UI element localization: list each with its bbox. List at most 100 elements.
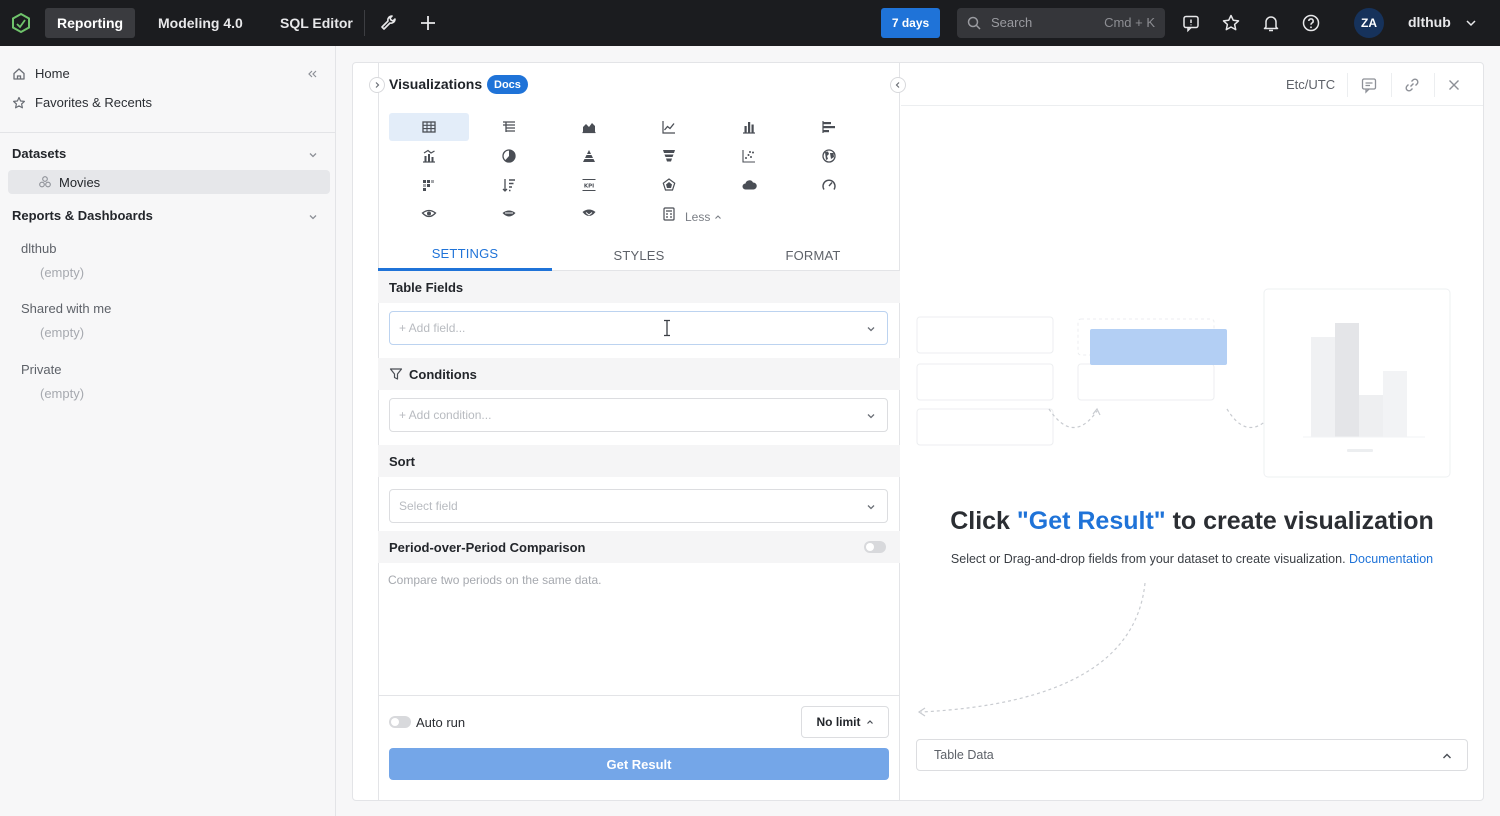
select-placeholder: + Add condition... bbox=[399, 408, 492, 422]
search-placeholder: Search bbox=[991, 15, 1033, 30]
empty-label: (empty) bbox=[40, 325, 85, 340]
username[interactable]: dlthub bbox=[1408, 14, 1451, 30]
datasets-section-title[interactable]: Datasets bbox=[12, 146, 66, 161]
less-toggle-button[interactable]: Less bbox=[685, 210, 722, 224]
sidebar-divider bbox=[0, 132, 336, 133]
result-header-divider bbox=[901, 105, 1483, 106]
viz-retention-1-icon[interactable] bbox=[389, 200, 469, 228]
timezone-label[interactable]: Etc/UTC bbox=[1286, 77, 1335, 92]
viz-table-icon[interactable] bbox=[389, 113, 469, 141]
chevron-down-icon[interactable] bbox=[1465, 17, 1477, 29]
text-cursor-icon bbox=[664, 319, 670, 337]
date-range-button[interactable]: 7 days bbox=[881, 8, 940, 38]
sort-field-select[interactable]: Select field bbox=[389, 489, 888, 523]
chevron-down-icon[interactable] bbox=[307, 211, 319, 223]
viz-kpi-icon[interactable]: KPI bbox=[549, 171, 629, 199]
sidebar-item-label: Favorites & Recents bbox=[35, 95, 153, 110]
add-field-select[interactable]: + Add field... bbox=[389, 311, 888, 345]
section-title: Period-over-Period Comparison bbox=[389, 539, 586, 555]
sidebar-group-private[interactable]: Private bbox=[21, 362, 61, 377]
auto-run-toggle[interactable] bbox=[389, 716, 411, 728]
search-icon bbox=[967, 16, 981, 30]
expand-panel-button[interactable] bbox=[369, 77, 385, 93]
tab-settings[interactable]: SETTINGS bbox=[378, 239, 552, 271]
sort-header: Sort bbox=[378, 445, 900, 477]
auto-run-label: Auto run bbox=[416, 715, 466, 730]
add-condition-select[interactable]: + Add condition... bbox=[389, 398, 888, 432]
pop-hint: Compare two periods on the same data. bbox=[388, 573, 602, 587]
viz-combo-icon[interactable] bbox=[389, 142, 469, 170]
docs-badge[interactable]: Docs bbox=[487, 75, 528, 94]
feedback-icon[interactable] bbox=[1181, 13, 1201, 33]
chevron-up-icon bbox=[715, 215, 722, 219]
viz-horizontal-bar-icon[interactable] bbox=[789, 113, 869, 141]
chevron-right-icon bbox=[375, 82, 380, 88]
select-placeholder: Select field bbox=[399, 499, 458, 513]
viz-pivot-icon[interactable] bbox=[469, 113, 549, 141]
pop-header: Period-over-Period Comparison bbox=[378, 531, 900, 563]
close-icon[interactable] bbox=[1445, 76, 1463, 94]
empty-state-title: Click "Get Result" to create visualizati… bbox=[901, 507, 1483, 536]
viz-retention-2-icon[interactable] bbox=[469, 200, 549, 228]
topbar-divider bbox=[364, 10, 365, 36]
collapse-sidebar-icon[interactable] bbox=[306, 68, 318, 80]
viz-funnel-icon[interactable] bbox=[629, 142, 709, 170]
section-title: Sort bbox=[389, 453, 415, 469]
viz-map-icon[interactable] bbox=[789, 142, 869, 170]
chevron-down-icon[interactable] bbox=[307, 149, 319, 161]
cta-suffix: to create visualization bbox=[1165, 507, 1434, 535]
viz-pyramid-icon[interactable] bbox=[549, 142, 629, 170]
chevron-left-icon bbox=[895, 82, 900, 88]
comment-icon[interactable] bbox=[1360, 76, 1378, 94]
panel-title: Visualizations bbox=[389, 76, 483, 92]
viz-bar-icon[interactable] bbox=[709, 113, 789, 141]
bell-icon[interactable] bbox=[1261, 13, 1281, 33]
header-divider bbox=[1391, 73, 1392, 97]
viz-area-icon[interactable] bbox=[549, 113, 629, 141]
plus-icon[interactable] bbox=[418, 13, 438, 33]
link-icon[interactable] bbox=[1403, 76, 1421, 94]
wrench-icon[interactable] bbox=[379, 13, 399, 33]
search-input[interactable]: Search Cmd + K bbox=[957, 8, 1165, 38]
sidebar-group-shared[interactable]: Shared with me bbox=[21, 301, 111, 316]
chevron-down-icon bbox=[867, 414, 875, 419]
star-icon[interactable] bbox=[1221, 13, 1241, 33]
viz-word-cloud-icon[interactable] bbox=[709, 171, 789, 199]
logo-icon[interactable] bbox=[10, 12, 32, 34]
reports-section-title[interactable]: Reports & Dashboards bbox=[12, 208, 153, 223]
collapse-panel-button[interactable] bbox=[890, 77, 906, 93]
cta-sub-text: Select or Drag-and-drop fields from your… bbox=[950, 552, 1350, 566]
documentation-link[interactable]: Documentation bbox=[1349, 552, 1433, 566]
tab-modeling[interactable]: Modeling 4.0 bbox=[146, 8, 255, 38]
sidebar-item-movies[interactable]: Movies bbox=[8, 170, 330, 194]
help-icon[interactable] bbox=[1301, 13, 1321, 33]
table-data-panel[interactable]: Table Data bbox=[916, 739, 1468, 771]
viz-pie-icon[interactable] bbox=[469, 142, 549, 170]
sidebar-item-favorites[interactable]: Favorites & Recents bbox=[12, 95, 152, 110]
section-title: Conditions bbox=[409, 366, 477, 382]
get-result-button[interactable]: Get Result bbox=[389, 748, 889, 780]
footer-divider bbox=[378, 695, 900, 696]
viz-heatmap-icon[interactable] bbox=[389, 171, 469, 199]
cta-highlight: "Get Result" bbox=[1016, 507, 1166, 535]
tab-sql-editor[interactable]: SQL Editor bbox=[268, 8, 365, 38]
row-limit-button[interactable]: No limit bbox=[801, 706, 889, 738]
pop-toggle[interactable] bbox=[864, 541, 886, 553]
viz-gauge-icon[interactable] bbox=[789, 171, 869, 199]
avatar[interactable]: ZA bbox=[1354, 8, 1384, 38]
viz-retention-3-icon[interactable] bbox=[549, 200, 629, 228]
viz-radar-icon[interactable] bbox=[629, 171, 709, 199]
viz-sorted-bar-icon[interactable] bbox=[469, 171, 549, 199]
tab-format[interactable]: FORMAT bbox=[726, 239, 900, 271]
chevron-up-icon bbox=[1443, 753, 1451, 759]
tab-styles[interactable]: STYLES bbox=[552, 239, 726, 271]
empty-label: (empty) bbox=[40, 386, 85, 401]
viz-line-icon[interactable] bbox=[629, 113, 709, 141]
sidebar-item-home[interactable]: Home bbox=[12, 66, 70, 81]
sidebar-group-dlthub[interactable]: dlthub bbox=[21, 241, 56, 256]
section-title: Table Fields bbox=[389, 279, 464, 295]
dashed-arrow bbox=[917, 582, 1146, 717]
viz-scatter-icon[interactable] bbox=[709, 142, 789, 170]
tab-reporting[interactable]: Reporting bbox=[45, 8, 136, 38]
filter-icon bbox=[389, 368, 403, 380]
